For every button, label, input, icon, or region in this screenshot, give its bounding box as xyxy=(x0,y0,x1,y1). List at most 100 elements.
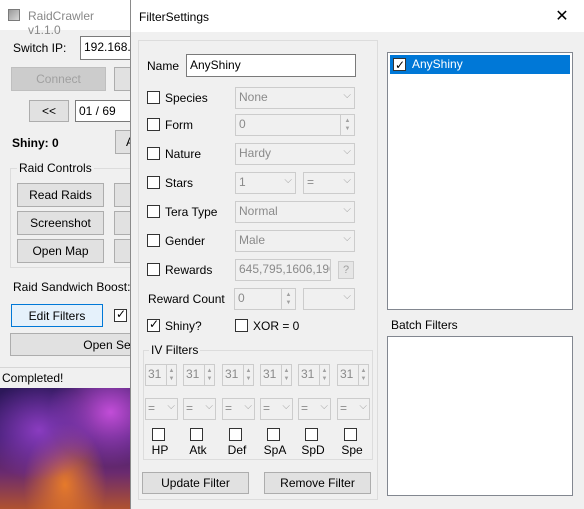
iv-stat-label: HP xyxy=(151,443,169,457)
raid-control-button-6[interactable] xyxy=(114,239,130,263)
stars-comparator-select[interactable]: = ⌵ xyxy=(303,172,355,194)
stars-checkbox[interactable] xyxy=(147,176,160,189)
raid-control-button-4[interactable] xyxy=(114,211,130,235)
tera-type-checkbox[interactable] xyxy=(147,205,160,218)
iv-value-stepper[interactable]: 31 ▲ ▼ xyxy=(222,364,254,386)
raid-page-indicator: 01 / 69 xyxy=(75,100,130,122)
iv-comparator-select[interactable]: = ⌵ xyxy=(298,398,331,420)
iv-stat-checkbox[interactable] xyxy=(229,428,242,441)
main-window-title: RaidCrawler v1.1.0 xyxy=(28,9,95,37)
form-label: Form xyxy=(165,118,193,132)
gender-label: Gender xyxy=(165,234,206,248)
app-icon xyxy=(8,9,20,21)
iv-comparator-value: = xyxy=(148,401,156,415)
gender-select[interactable]: Male ⌵ xyxy=(235,230,355,252)
form-checkbox[interactable] xyxy=(147,118,160,131)
iv-stat-checkbox[interactable] xyxy=(152,428,165,441)
shiny-checkbox[interactable] xyxy=(147,317,160,332)
xor-checkbox[interactable] xyxy=(235,319,248,332)
nature-value: Hardy xyxy=(239,146,272,160)
disconnect-button[interactable] xyxy=(114,67,130,91)
main-titlebar: RaidCrawler v1.1.0 xyxy=(0,0,130,37)
iv-stat-label: Def xyxy=(227,443,247,457)
iv-stat-checkbox[interactable] xyxy=(344,428,357,441)
rewards-help-button[interactable]: ? xyxy=(338,261,354,279)
xor-label: XOR = 0 xyxy=(253,319,300,333)
prev-raid-button[interactable]: << xyxy=(29,100,69,122)
iv-comparator-select[interactable]: = ⌵ xyxy=(260,398,293,420)
reward-count-label: Reward Count xyxy=(148,292,225,306)
spin-arrows-icon: ▲ ▼ xyxy=(204,365,214,385)
spin-arrows-icon: ▲ ▼ xyxy=(166,365,176,385)
reward-count-comparator-select[interactable]: ⌵ xyxy=(303,288,355,310)
rewards-input[interactable]: 645,795,1606,1904 xyxy=(235,259,331,281)
iv-comparator-select[interactable]: = ⌵ xyxy=(222,398,255,420)
tera-type-select[interactable]: Normal ⌵ xyxy=(235,201,355,223)
stars-comparator-value: = xyxy=(307,175,315,189)
iv-stat-checkbox[interactable] xyxy=(267,428,280,441)
iv-comparator-value: = xyxy=(225,401,233,415)
status-bar: Completed! xyxy=(0,367,130,388)
rewards-checkbox[interactable] xyxy=(147,263,160,276)
chevron-down-icon: ⌵ xyxy=(343,204,351,215)
iv-value: 31 xyxy=(225,367,239,381)
switch-ip-input[interactable]: 192.168.0 xyxy=(80,36,130,60)
raid-control-button-2[interactable] xyxy=(114,183,130,207)
iv-stat-checkbox[interactable] xyxy=(305,428,318,441)
iv-value: 31 xyxy=(301,367,315,381)
open-settings-button[interactable]: Open Setti xyxy=(10,333,130,356)
spin-arrows-icon: ▲ ▼ xyxy=(281,365,291,385)
iv-stat-checkbox[interactable] xyxy=(190,428,203,441)
filter-titlebar: FilterSettings ✕ xyxy=(131,0,584,32)
iv-value-stepper[interactable]: 31 ▲ ▼ xyxy=(298,364,330,386)
update-filter-button[interactable]: Update Filter xyxy=(142,472,249,494)
chevron-down-icon: ⌵ xyxy=(343,90,351,101)
connect-button[interactable]: Connect xyxy=(11,67,106,91)
chevron-down-icon: ⌵ xyxy=(343,146,351,157)
screenshot-button[interactable]: Screenshot xyxy=(17,211,104,235)
reward-count-stepper[interactable]: 0 ▲ ▼ xyxy=(234,288,296,310)
iv-value: 31 xyxy=(263,367,277,381)
tera-type-label: Tera Type xyxy=(165,205,218,219)
open-map-button[interactable]: Open Map xyxy=(17,239,104,263)
batch-filters-list[interactable] xyxy=(387,336,573,496)
stars-select[interactable]: 1 ⌵ xyxy=(235,172,296,194)
filter-enabled-checkbox[interactable] xyxy=(393,56,406,74)
list-item[interactable]: AnyShiny xyxy=(390,55,570,74)
iv-comparator-select[interactable]: = ⌵ xyxy=(183,398,216,420)
nature-checkbox[interactable] xyxy=(147,147,160,160)
form-stepper[interactable]: 0 ▲ ▼ xyxy=(235,114,355,136)
species-select[interactable]: None ⌵ xyxy=(235,87,355,109)
desktop-wallpaper xyxy=(0,388,130,509)
iv-value-stepper[interactable]: 31 ▲ ▼ xyxy=(183,364,215,386)
sandwich-boost-label: Raid Sandwich Boost: xyxy=(13,280,130,294)
filter-name-input[interactable]: AnyShiny xyxy=(186,54,356,77)
tera-type-value: Normal xyxy=(239,204,278,218)
nature-select[interactable]: Hardy ⌵ xyxy=(235,143,355,165)
species-value: None xyxy=(239,90,268,104)
spin-arrows-icon: ▲ ▼ xyxy=(319,365,329,385)
chevron-down-icon: ⌵ xyxy=(282,401,290,412)
iv-filters-label: IV Filters xyxy=(149,343,201,357)
chevron-down-icon: ⌵ xyxy=(359,401,367,412)
iv-value-stepper[interactable]: 31 ▲ ▼ xyxy=(337,364,369,386)
filter-settings-window: FilterSettings ✕ Name AnyShiny Species N… xyxy=(130,0,584,509)
edit-filters-button[interactable]: Edit Filters xyxy=(11,304,103,327)
species-checkbox[interactable] xyxy=(147,91,160,104)
chevron-down-icon: ⌵ xyxy=(284,175,292,186)
gender-checkbox[interactable] xyxy=(147,234,160,247)
rewards-label: Rewards xyxy=(165,263,213,277)
reward-count-value: 0 xyxy=(238,291,245,305)
iv-value-stepper[interactable]: 31 ▲ ▼ xyxy=(260,364,292,386)
main-filter-checkbox[interactable] xyxy=(114,307,127,322)
read-raids-button[interactable]: Read Raids xyxy=(17,183,104,207)
close-button[interactable]: ✕ xyxy=(539,0,584,32)
stars-label: Stars xyxy=(165,176,194,190)
iv-comparator-select[interactable]: = ⌵ xyxy=(145,398,178,420)
truncated-button[interactable]: A xyxy=(115,130,130,154)
filters-list[interactable]: AnyShiny xyxy=(387,52,573,310)
iv-value-stepper[interactable]: 31 ▲ ▼ xyxy=(145,364,177,386)
remove-filter-button[interactable]: Remove Filter xyxy=(264,472,371,494)
shiny-label: Shiny? xyxy=(165,319,202,333)
iv-comparator-select[interactable]: = ⌵ xyxy=(337,398,370,420)
